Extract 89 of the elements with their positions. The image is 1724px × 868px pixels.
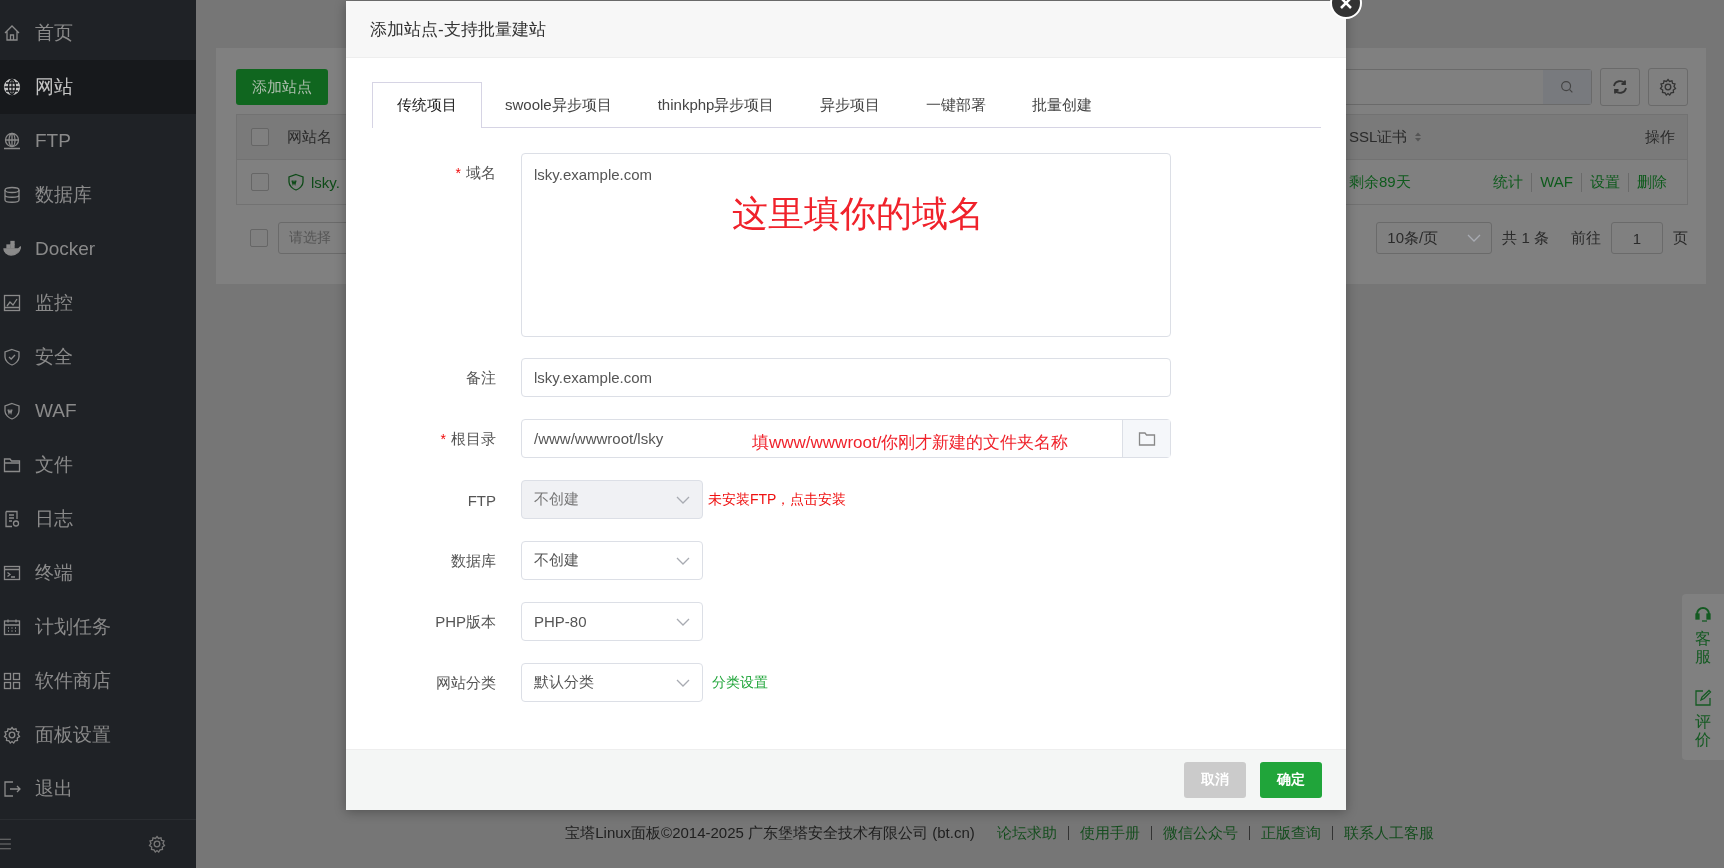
input-field[interactable]: lsky.example.com [521, 358, 1171, 397]
ssl-status: 剩余89天 [1349, 172, 1412, 192]
shield-icon [3, 402, 21, 420]
chart-icon [3, 294, 21, 312]
annotation-text: 填www/wwwroot/你刚才新建的文件夹名称 [752, 432, 1069, 454]
sidebar-item[interactable]: 网站 [0, 60, 196, 114]
sidebar-item[interactable]: FTP [0, 114, 196, 168]
settings-icon [1659, 78, 1677, 96]
tab[interactable]: 传统项目 [372, 82, 482, 128]
page-size-select[interactable]: 10条/页 [1376, 222, 1493, 254]
required-mark: * [440, 431, 446, 447]
sidebar-item[interactable]: 安全 [0, 330, 196, 384]
dialog-title: 添加站点-支持批量建站 [370, 18, 546, 41]
sidebar-item[interactable]: Docker [0, 222, 196, 276]
whale-icon [3, 240, 21, 258]
column-header: SSL证书 [1349, 127, 1408, 147]
sidebar-item[interactable]: 终端 [0, 546, 196, 600]
close-icon [1339, 0, 1353, 10]
site-name-link[interactable]: lsky. [311, 173, 340, 191]
field-label: 域名 [466, 163, 496, 183]
globe-icon [3, 78, 21, 96]
document-icon [3, 510, 21, 528]
field-label: 网站分类 [436, 673, 496, 693]
select-field[interactable]: PHP-80 [521, 602, 703, 641]
tab[interactable]: 一键部署 [903, 82, 1010, 128]
copyright-text: 宝塔Linux面板©2014-2025 广东堡塔安全技术有限公司 (bt.cn) [565, 823, 975, 843]
tab[interactable]: 异步项目 [797, 82, 904, 128]
add-site-button[interactable]: 添加站点 [236, 69, 328, 105]
required-mark: * [455, 165, 461, 181]
shield-icon [287, 173, 305, 191]
field-label: PHP版本 [435, 612, 496, 632]
sidebar-item[interactable]: WAF [0, 384, 196, 438]
folder-icon [3, 456, 21, 474]
sidebar-item[interactable]: 计划任务 [0, 600, 196, 654]
field-label: FTP [467, 491, 496, 509]
tab[interactable]: 批量创建 [1009, 82, 1116, 128]
chevron-down-icon [676, 495, 690, 504]
headset-icon [1694, 606, 1712, 624]
home-icon [3, 24, 21, 42]
search-icon [1559, 79, 1575, 95]
sidebar-item[interactable]: 面板设置 [0, 708, 196, 762]
confirm-button[interactable]: 确定 [1260, 762, 1322, 798]
category-settings-link[interactable]: 分类设置 [712, 673, 768, 692]
refresh-icon [1611, 78, 1629, 96]
chevron-down-icon [676, 678, 690, 687]
total-count: 共 1 条 [1502, 228, 1549, 248]
tab[interactable]: thinkphp异步项目 [634, 82, 798, 128]
column-header: 网站名 [287, 127, 333, 147]
refresh-button[interactable] [1600, 68, 1640, 106]
shield-icon [3, 348, 21, 366]
terminal-icon [3, 564, 21, 582]
folder-button[interactable] [1122, 420, 1170, 457]
page-suffix: 页 [1673, 228, 1688, 248]
settings-button[interactable] [1648, 68, 1688, 106]
path-input-field[interactable]: /www/wwwroot/lsky 填www/wwwroot/你刚才新建的文件夹名称 [521, 419, 1171, 458]
tab[interactable]: swoole异步项目 [482, 82, 635, 128]
edit-icon [1694, 689, 1712, 708]
logout-icon [3, 780, 21, 798]
sidebar-item[interactable]: 软件商店 [0, 654, 196, 708]
sidebar-item[interactable]: 日志 [0, 492, 196, 546]
checkbox[interactable] [251, 128, 269, 146]
field-label: 数据库 [451, 551, 496, 571]
settings-icon [3, 726, 21, 744]
sidebar-item[interactable]: 退出 [0, 762, 196, 816]
page-input[interactable]: 1 [1611, 222, 1663, 254]
calendar-icon [3, 618, 21, 636]
settings-icon [148, 835, 166, 853]
grid-icon [3, 672, 21, 690]
field-label: 根目录 [451, 429, 496, 449]
chevron-down-icon [676, 617, 690, 626]
database-icon [3, 186, 21, 204]
field-label: 备注 [466, 368, 496, 388]
goto-label: 前往 [1571, 228, 1601, 248]
sort-icon [1413, 131, 1424, 143]
domain-textarea[interactable]: lsky.example.com 这里填你的域名 [521, 153, 1171, 337]
sidebar-item[interactable]: 首页 [0, 6, 196, 60]
chevron-down-icon [1467, 234, 1482, 242]
column-header: 操作 [1644, 127, 1676, 147]
checkbox[interactable] [251, 173, 269, 191]
checkbox[interactable] [250, 229, 268, 247]
sidebar-item[interactable]: 监控 [0, 276, 196, 330]
sidebar-item[interactable]: 数据库 [0, 168, 196, 222]
folder-icon [1137, 429, 1156, 448]
chevron-down-icon [676, 556, 690, 565]
annotation-text: 这里填你的域名 [732, 192, 984, 236]
sidebar-item[interactable]: 文件 [0, 438, 196, 492]
select-field[interactable]: 不创建 [521, 541, 703, 580]
select-field[interactable]: 默认分类 [521, 663, 703, 702]
globe-icon [3, 132, 21, 150]
